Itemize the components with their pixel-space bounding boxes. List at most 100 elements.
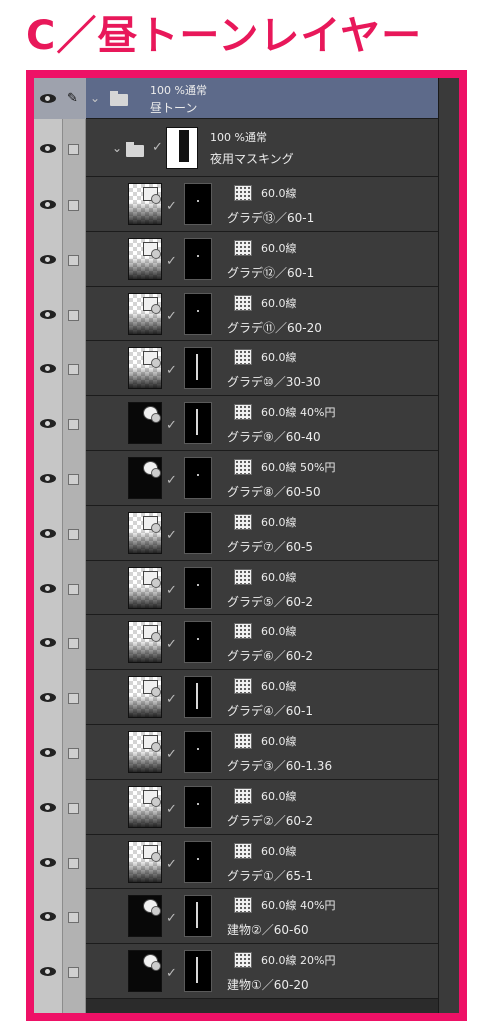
layer-row[interactable]: ✓ 60.0線 グラデ⑫／60-1 <box>34 231 438 287</box>
layer-row[interactable]: ✓ 60.0線 グラデ②／60-2 <box>34 779 438 835</box>
check-icon: ✓ <box>166 692 177 708</box>
layer-row-pane[interactable]: ✓ 60.0線 グラデ⑤／60-2 <box>86 560 438 616</box>
eye-icon[interactable] <box>40 802 56 812</box>
edit-toggle-box[interactable] <box>68 638 79 650</box>
layer-row[interactable]: ✓ 60.0線 グラデ①／65-1 <box>34 834 438 890</box>
layer-row[interactable]: ✓ 60.0線 グラデ⑩／30-30 <box>34 341 438 397</box>
layer-name: グラデ③／60-1.36 <box>227 759 333 773</box>
layer-row-pane[interactable]: ✓ 60.0線 グラデ⑪／60-20 <box>86 286 438 342</box>
eye-icon[interactable] <box>40 693 56 703</box>
layer-tone-info: 60.0線 20%円 <box>261 954 336 968</box>
edit-toggle-box[interactable] <box>68 693 79 705</box>
edit-toggle-box[interactable] <box>68 254 79 266</box>
folder-row-pane[interactable]: ⌄ ✓ 100 %通常 夜用マスキング <box>86 119 438 177</box>
edit-toggle-box[interactable] <box>68 309 79 321</box>
layer-mask-thumbnail <box>184 237 212 280</box>
eye-icon[interactable] <box>40 528 56 538</box>
layer-tone-info: 60.0線 <box>261 296 297 310</box>
check-icon: ✓ <box>166 199 177 214</box>
eye-icon[interactable] <box>40 583 56 593</box>
layer-name: グラデ⑪／60-20 <box>227 320 322 335</box>
layer-row-pane[interactable]: ✓ 60.0線 グラデ②／60-2 <box>86 779 438 835</box>
chevron-down-icon[interactable]: ⌄ <box>90 91 100 105</box>
layer-tone-info: 60.0線 <box>261 570 297 584</box>
layer-row[interactable]: ✓ 60.0線 グラデ⑪／60-20 <box>34 286 438 342</box>
layer-thumbnail <box>128 731 162 773</box>
folder-blend-mode: 100 %通常 <box>150 84 207 97</box>
layer-row-pane[interactable]: ✓ 60.0線 グラデ⑩／30-30 <box>86 341 438 397</box>
edit-toggle-box[interactable] <box>68 364 79 376</box>
layer-row-pane[interactable]: ✓ 60.0線 グラデ③／60-1.36 <box>86 725 438 780</box>
eye-icon[interactable] <box>40 638 56 648</box>
folder-row-masking[interactable]: ⌄ ✓ 100 %通常 夜用マスキング <box>34 119 438 177</box>
layer-row-pane[interactable]: ✓ 60.0線 20%円 建物①／60-20 <box>86 944 438 999</box>
chevron-down-icon[interactable]: ⌄ <box>112 141 122 155</box>
eye-icon[interactable] <box>40 309 56 319</box>
halftone-icon <box>143 954 161 972</box>
layer-row[interactable]: ✓ 60.0線 40%円 グラデ⑨／60-40 <box>34 396 438 451</box>
layer-row[interactable]: ✓ 60.0線 40%円 建物②／60-60 <box>34 889 438 945</box>
edit-toggle-box[interactable] <box>68 912 79 924</box>
layer-mask-thumbnail <box>184 785 212 828</box>
halftone-icon <box>143 406 161 424</box>
edit-toggle-box[interactable] <box>68 802 79 814</box>
eye-icon[interactable] <box>40 419 56 429</box>
layer-row[interactable]: ✓ 60.0線 グラデ⑥／60-2 <box>34 615 438 671</box>
layer-mask-thumbnail <box>184 402 212 445</box>
layer-row-pane[interactable]: ✓ 60.0線 グラデ④／60-1 <box>86 670 438 725</box>
eye-icon[interactable] <box>40 474 56 483</box>
folder-row-pane[interactable]: ⌄ 100 %通常 昼トーン <box>86 78 438 119</box>
edit-toggle-box[interactable] <box>68 474 79 485</box>
layer-row[interactable]: ✓ 60.0線 20%円 建物①／60-20 <box>34 944 438 999</box>
layer-thumbnail <box>128 237 162 280</box>
layer-mask-thumbnail <box>184 183 212 225</box>
folder-row-hiru-tone[interactable]: ✎ ⌄ 100 %通常 昼トーン <box>34 78 438 119</box>
eye-icon[interactable] <box>40 967 56 977</box>
layer-row-pane[interactable]: ✓ 60.0線 グラデ⑫／60-1 <box>86 231 438 287</box>
layer-row[interactable]: ✓ 60.0線 グラデ⑬／60-1 <box>34 177 438 232</box>
layer-row[interactable]: ✓ 60.0線 グラデ④／60-1 <box>34 670 438 725</box>
edit-toggle-box[interactable] <box>68 748 79 759</box>
halftone-icon <box>143 570 161 588</box>
halftone-icon <box>234 733 252 749</box>
layer-row-pane[interactable]: ✓ 60.0線 グラデ①／65-1 <box>86 834 438 890</box>
edit-toggle-box[interactable] <box>68 528 79 540</box>
edit-toggle-box[interactable] <box>68 583 79 595</box>
layer-thumbnail <box>128 183 162 225</box>
eye-icon[interactable] <box>40 144 56 153</box>
layer-tone-info: 60.0線 40%円 <box>261 899 336 913</box>
layer-row[interactable]: ✓ 60.0線 グラデ⑤／60-2 <box>34 560 438 616</box>
eye-icon[interactable] <box>40 94 56 103</box>
layer-row-pane[interactable]: ✓ 60.0線 グラデ⑦／60-5 <box>86 505 438 561</box>
edit-toggle-box[interactable] <box>68 200 79 211</box>
layer-row-pane[interactable]: ✓ 60.0線 グラデ⑬／60-1 <box>86 177 438 232</box>
pen-icon[interactable]: ✎ <box>67 92 78 105</box>
eye-icon[interactable] <box>40 748 56 757</box>
halftone-icon <box>143 351 161 369</box>
layer-tone-info: 60.0線 <box>261 625 297 639</box>
eye-icon[interactable] <box>40 254 56 264</box>
layer-row[interactable]: ✓ 60.0線 グラデ③／60-1.36 <box>34 725 438 780</box>
layer-tone-info: 60.0線 <box>261 844 297 858</box>
layer-row-pane[interactable]: ✓ 60.0線 グラデ⑥／60-2 <box>86 615 438 671</box>
layer-row-pane[interactable]: ✓ 60.0線 40%円 グラデ⑨／60-40 <box>86 396 438 451</box>
layer-name: グラデ⑬／60-1 <box>227 211 315 225</box>
edit-toggle-box[interactable] <box>68 144 79 155</box>
layer-row-pane[interactable]: ✓ 60.0線 40%円 建物②／60-60 <box>86 889 438 945</box>
layer-row[interactable]: ✓ 60.0線 50%円 グラデ⑧／60-50 <box>34 451 438 506</box>
layer-thumbnail <box>128 402 162 445</box>
check-icon: ✓ <box>166 473 177 488</box>
scrollbar[interactable] <box>438 78 459 1013</box>
layer-row[interactable]: ✓ 60.0線 グラデ⑦／60-5 <box>34 505 438 561</box>
eye-icon[interactable] <box>40 200 56 209</box>
eye-icon[interactable] <box>40 364 56 374</box>
edit-toggle-box[interactable] <box>68 419 79 431</box>
layer-row-pane[interactable]: ✓ 60.0線 50%円 グラデ⑧／60-50 <box>86 451 438 506</box>
edit-toggle-box[interactable] <box>68 857 79 869</box>
layer-name: 建物②／60-60 <box>227 923 309 938</box>
eye-icon[interactable] <box>40 912 56 922</box>
halftone-icon <box>234 678 252 695</box>
eye-icon[interactable] <box>40 857 56 867</box>
halftone-icon <box>143 789 161 807</box>
edit-toggle-box[interactable] <box>68 967 79 979</box>
